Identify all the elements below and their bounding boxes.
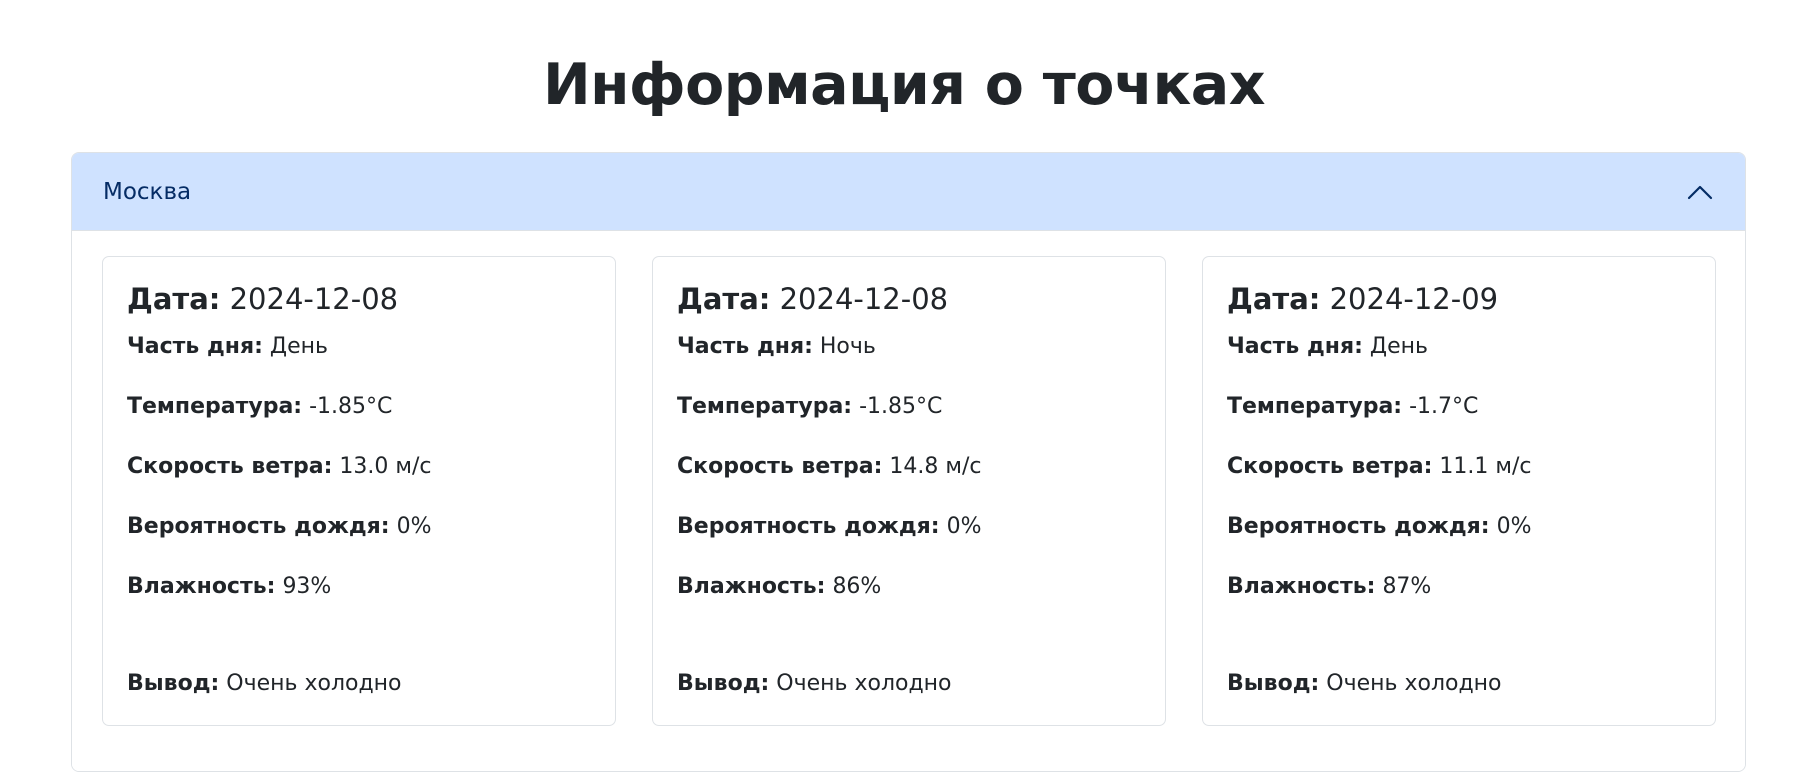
humidity-value: 86% [832,574,882,599]
humidity-value: 87% [1382,574,1432,599]
conclusion-row: Вывод: Очень холодно [127,671,402,696]
rain-probability-row: Вероятность дождя: 0% [677,514,981,539]
temperature-value: -1.7°C [1409,394,1479,419]
conclusion-value: Очень холодно [776,671,952,696]
temperature-value: -1.85°C [309,394,393,419]
card-date: Дата: 2024-12-09 [1227,282,1498,316]
temperature-row: Температура: -1.85°C [127,394,392,419]
conclusion-value: Очень холодно [226,671,402,696]
rain-probability-row: Вероятность дождя: 0% [127,514,431,539]
humidity-row: Влажность: 93% [127,574,331,599]
humidity-label: Влажность: [1227,574,1376,599]
date-label: Дата: [1227,282,1321,316]
chevron-up-icon[interactable] [1685,177,1715,207]
temperature-value: -1.85°C [859,394,943,419]
rain-probability-row: Вероятность дождя: 0% [1227,514,1531,539]
part-of-day-label: Часть дня: [677,334,813,359]
part-of-day-value: Ночь [819,334,876,359]
rain-probability-value: 0% [946,514,982,539]
rain-probability-label: Вероятность дождя: [1227,514,1490,539]
conclusion-label: Вывод: [1227,671,1320,696]
humidity-value: 93% [282,574,332,599]
conclusion-row: Вывод: Очень холодно [1227,671,1502,696]
card-date: Дата: 2024-12-08 [127,282,398,316]
part-of-day-label: Часть дня: [1227,334,1363,359]
accordion-title: Москва [103,179,192,205]
rain-probability-label: Вероятность дождя: [677,514,940,539]
part-of-day-row: Часть дня: День [127,334,328,359]
forecast-card: Дата: 2024-12-08 Часть дня: День Темпера… [102,256,616,726]
rain-probability-label: Вероятность дождя: [127,514,390,539]
humidity-label: Влажность: [127,574,276,599]
conclusion-label: Вывод: [677,671,770,696]
temperature-label: Температура: [127,394,303,419]
temperature-row: Температура: -1.85°C [677,394,942,419]
wind-speed-row: Скорость ветра: 13.0 м/с [127,454,432,479]
conclusion-label: Вывод: [127,671,220,696]
rain-probability-value: 0% [1496,514,1532,539]
wind-speed-row: Скорость ветра: 11.1 м/с [1227,454,1532,479]
wind-speed-value: 13.0 м/с [339,454,432,479]
wind-speed-row: Скорость ветра: 14.8 м/с [677,454,982,479]
wind-speed-label: Скорость ветра: [1227,454,1433,479]
wind-speed-value: 14.8 м/с [889,454,982,479]
rain-probability-value: 0% [396,514,432,539]
card-date: Дата: 2024-12-08 [677,282,948,316]
date-value: 2024-12-08 [779,282,949,316]
part-of-day-value: День [269,334,328,359]
date-label: Дата: [677,282,771,316]
temperature-label: Температура: [677,394,853,419]
humidity-label: Влажность: [677,574,826,599]
part-of-day-row: Часть дня: День [1227,334,1428,359]
wind-speed-label: Скорость ветра: [127,454,333,479]
wind-speed-label: Скорость ветра: [677,454,883,479]
part-of-day-value: День [1369,334,1428,359]
page-title: Информация о точках [542,52,1266,118]
date-label: Дата: [127,282,221,316]
part-of-day-row: Часть дня: Ночь [677,334,876,359]
temperature-row: Температура: -1.7°C [1227,394,1478,419]
accordion-header-moscow[interactable]: Москва [72,153,1745,231]
conclusion-value: Очень холодно [1326,671,1502,696]
part-of-day-label: Часть дня: [127,334,263,359]
forecast-card: Дата: 2024-12-09 Часть дня: День Темпера… [1202,256,1716,726]
forecast-card: Дата: 2024-12-08 Часть дня: Ночь Темпера… [652,256,1166,726]
temperature-label: Температура: [1227,394,1403,419]
wind-speed-value: 11.1 м/с [1439,454,1532,479]
humidity-row: Влажность: 87% [1227,574,1431,599]
date-value: 2024-12-08 [229,282,399,316]
date-value: 2024-12-09 [1329,282,1499,316]
humidity-row: Влажность: 86% [677,574,881,599]
conclusion-row: Вывод: Очень холодно [677,671,952,696]
